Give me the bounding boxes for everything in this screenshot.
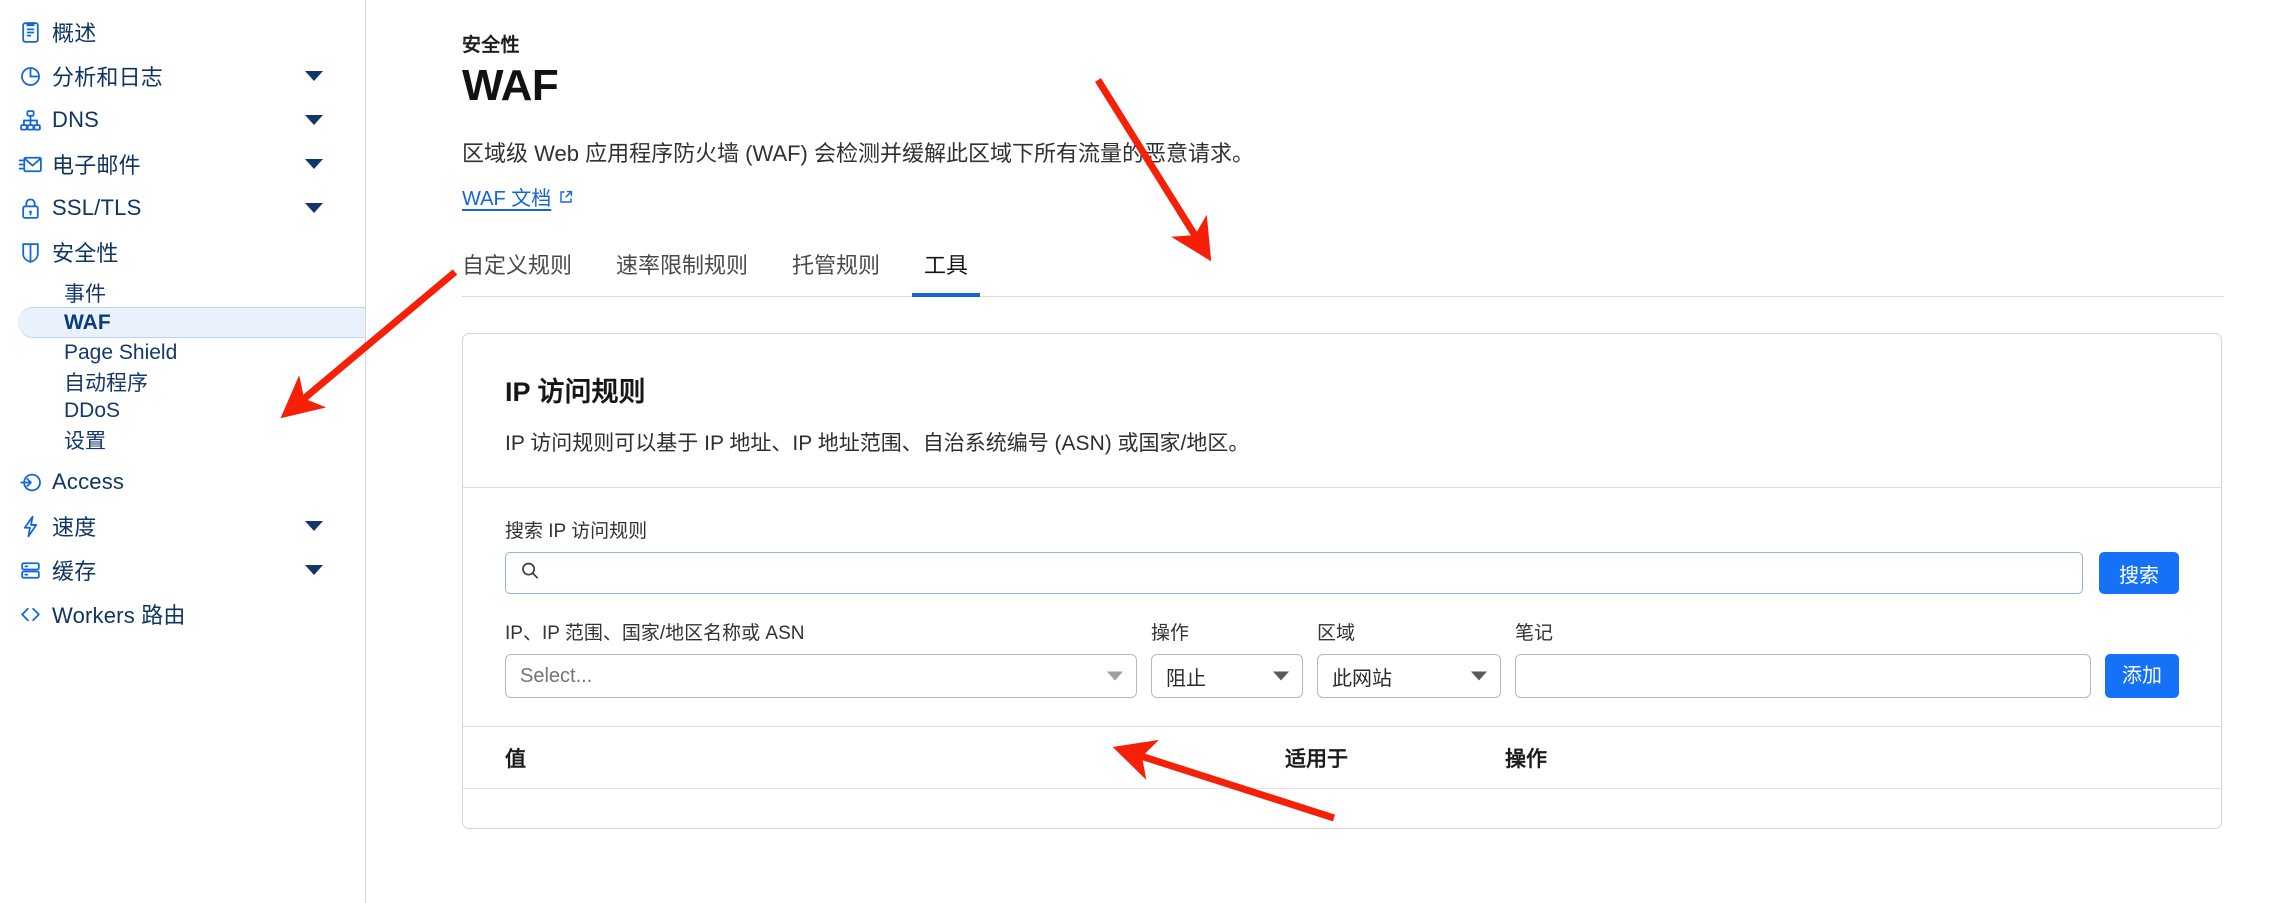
waf-tabs: 自定义规则 速率限制规则 托管规则 工具 [462, 239, 2224, 298]
sidebar-item-bots[interactable]: 自动程序 [0, 367, 365, 396]
sidebar-item-ssl-tls[interactable]: SSL/TLS [0, 186, 365, 230]
sidebar-item-label: DNS [52, 107, 100, 132]
sidebar-item-security[interactable]: 安全性 [0, 230, 365, 274]
cache-database-icon [18, 555, 52, 585]
sidebar-subitem-label: 事件 [64, 282, 106, 306]
sidebar-item-label: 安全性 [52, 241, 119, 266]
tab-custom-rules[interactable]: 自定义规则 [462, 248, 572, 296]
add-rule-row: IP、IP 范围、国家/地区名称或 ASN Select... 操作 阻止 区域… [505, 618, 2179, 726]
page-title: WAF [462, 61, 559, 110]
card-header: IP 访问规则 IP 访问规则可以基于 IP 地址、IP 地址范围、自治系统编号… [463, 334, 2221, 489]
sidebar-item-workers-routes[interactable]: Workers 路由 [0, 592, 365, 636]
sidebar-item-cache[interactable]: 缓存 [0, 548, 365, 592]
card-body: 搜索 IP 访问规则 搜索 IP、IP 范围、国家/地区名称或 ASN Sele… [463, 488, 2221, 726]
rule-value-selected: Select... [520, 664, 593, 687]
card-subtitle: IP 访问规则可以基于 IP 地址、IP 地址范围、自治系统编号 (ASN) 或… [505, 432, 1250, 456]
sidebar-subitem-label: DDoS [64, 398, 121, 422]
sidebar-item-events[interactable]: 事件 [0, 278, 365, 307]
sidebar-item-label: 分析和日志 [52, 65, 164, 90]
column-header-value: 值 [505, 747, 526, 771]
content-column: 安全性 WAF 区域级 Web 应用程序防火墙 (WAF) 会检测并缓解此区域下… [462, 0, 2232, 830]
add-rule-button[interactable]: 添加 [2105, 654, 2179, 699]
sidebar-item-overview[interactable]: 概述 [0, 10, 365, 54]
sidebar-item-label: Workers 路由 [52, 603, 186, 628]
rule-value-field: IP、IP 范围、国家/地区名称或 ASN Select... [505, 618, 1137, 699]
sidebar-item-waf[interactable]: WAF [18, 307, 365, 338]
rule-note-label: 笔记 [1515, 623, 1554, 645]
workers-code-icon [18, 599, 52, 629]
rule-zone-field: 区域 此网站 [1317, 618, 1501, 699]
sidebar-item-label: 电子邮件 [52, 153, 141, 178]
rule-action-field: 操作 阻止 [1151, 618, 1303, 699]
doc-link-row[interactable]: WAF 文档 [462, 182, 574, 211]
main-content: 安全性 WAF 区域级 Web 应用程序防火墙 (WAF) 会检测并缓解此区域下… [366, 0, 2279, 903]
breadcrumb: 安全性 [462, 35, 520, 56]
rule-zone-selected: 此网站 [1332, 667, 1392, 690]
email-icon [18, 149, 52, 179]
analytics-pie-icon [18, 61, 52, 91]
chevron-down-icon [1107, 671, 1123, 681]
sidebar-item-label: SSL/TLS [52, 195, 142, 220]
search-field-label: 搜索 IP 访问规则 [505, 521, 648, 543]
rule-action-select[interactable]: 阻止 [1151, 654, 1303, 699]
rule-note-input[interactable] [1515, 654, 2091, 699]
card-title: IP 访问规则 [505, 377, 646, 408]
rule-zone-select[interactable]: 此网站 [1317, 654, 1501, 699]
search-row: 搜索 [505, 552, 2179, 595]
sidebar-item-analytics[interactable]: 分析和日志 [0, 54, 365, 98]
tab-rate-limiting-rules[interactable]: 速率限制规则 [616, 248, 748, 296]
waf-doc-link[interactable]: WAF 文档 [462, 182, 551, 211]
rule-zone-label: 区域 [1317, 623, 1356, 645]
chevron-down-icon[interactable] [305, 203, 323, 213]
rules-table-header: 值 适用于 操作 [463, 726, 2221, 788]
access-arrow-icon [18, 467, 52, 497]
sidebar-item-label: 概述 [52, 21, 97, 46]
rule-action-selected: 阻止 [1166, 667, 1206, 690]
tab-tools[interactable]: 工具 [912, 248, 981, 298]
sidebar-item-page-shield[interactable]: Page Shield [0, 338, 365, 367]
chevron-down-icon [1471, 671, 1487, 681]
chevron-down-icon[interactable] [305, 565, 323, 575]
speed-bolt-icon [18, 511, 52, 541]
search-input-wrap [505, 552, 2083, 595]
page-description: 区域级 Web 应用程序防火墙 (WAF) 会检测并缓解此区域下所有流量的恶意请… [462, 140, 1255, 166]
sidebar-item-label: Access [52, 469, 125, 494]
chevron-down-icon[interactable] [305, 115, 323, 125]
ip-access-rules-card: IP 访问规则 IP 访问规则可以基于 IP 地址、IP 地址范围、自治系统编号… [462, 333, 2222, 830]
sidebar-item-ddos[interactable]: DDoS [0, 396, 365, 425]
sidebar-item-label: 速度 [52, 515, 97, 540]
external-link-icon [558, 189, 574, 205]
app-root: 概述 分析和日志 DNS 电子邮件 SSL/TLS 安全性 事件 WAF Pag… [0, 0, 2279, 903]
chevron-down-icon[interactable] [305, 159, 323, 169]
sidebar-item-speed[interactable]: 速度 [0, 504, 365, 548]
sidebar-item-access[interactable]: Access [0, 460, 365, 504]
sidebar-item-dns[interactable]: DNS [0, 98, 365, 142]
rule-value-label: IP、IP 范围、国家/地区名称或 ASN [505, 623, 805, 645]
chevron-down-icon [1273, 671, 1289, 681]
rule-action-label: 操作 [1151, 623, 1190, 645]
sidebar-item-label: 缓存 [52, 559, 97, 584]
rule-note-field: 笔记 [1515, 618, 2091, 699]
rule-value-select[interactable]: Select... [505, 654, 1137, 699]
column-header-action: 操作 [1505, 747, 1547, 771]
lock-icon [18, 193, 52, 223]
search-button[interactable]: 搜索 [2099, 552, 2179, 595]
sidebar: 概述 分析和日志 DNS 电子邮件 SSL/TLS 安全性 事件 WAF Pag… [0, 0, 366, 903]
chevron-down-icon[interactable] [305, 71, 323, 81]
chevron-down-icon[interactable] [305, 521, 323, 531]
clipboard-icon [18, 17, 52, 47]
shield-icon [18, 237, 52, 267]
sidebar-item-email[interactable]: 电子邮件 [0, 142, 365, 186]
sidebar-subitem-label: Page Shield [64, 340, 178, 364]
sidebar-subitem-label: WAF [64, 310, 111, 334]
sidebar-subitem-label: 设置 [64, 429, 106, 453]
tab-managed-rules[interactable]: 托管规则 [792, 248, 880, 296]
dns-tree-icon [18, 105, 52, 135]
sidebar-subitem-label: 自动程序 [64, 371, 148, 395]
sidebar-item-settings[interactable]: 设置 [0, 425, 365, 454]
rules-table-empty-row [463, 788, 2221, 828]
column-header-applies-to: 适用于 [1285, 747, 1348, 771]
search-input[interactable] [505, 552, 2083, 595]
